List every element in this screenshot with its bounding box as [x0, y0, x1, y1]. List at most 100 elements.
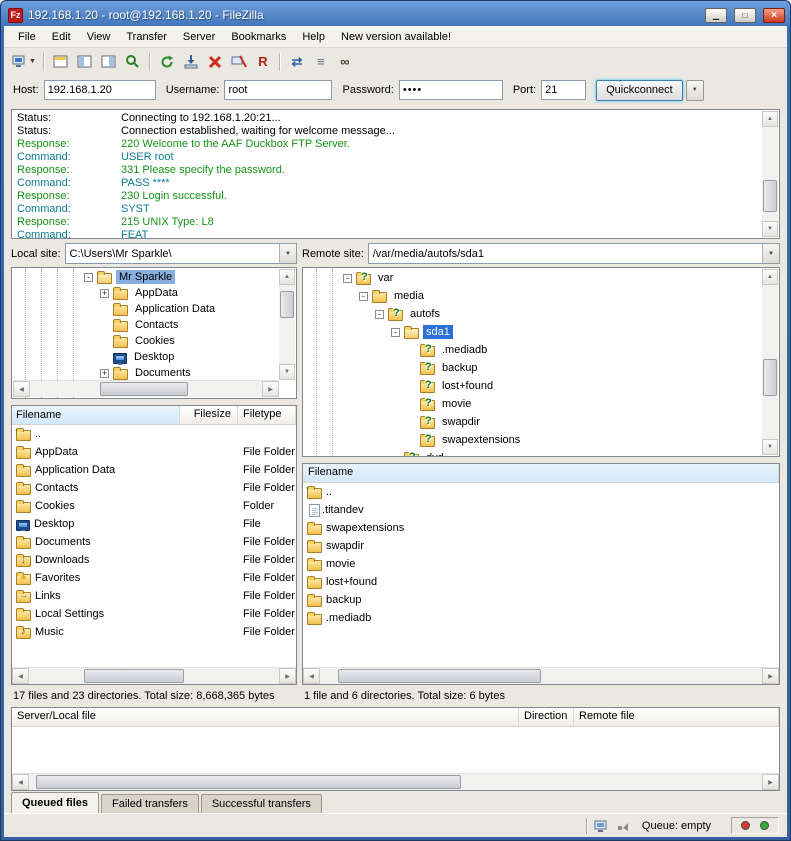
filename-filters-button[interactable]: [121, 50, 145, 73]
scroll-thumb[interactable]: [280, 291, 294, 318]
file-row-lost-found[interactable]: lost+found: [303, 573, 779, 591]
tab-failed-transfers[interactable]: Failed transfers: [101, 794, 199, 813]
speed-limit-icon[interactable]: [616, 818, 632, 834]
column-header-filetype[interactable]: Filetype: [238, 406, 296, 424]
tree-item-application-data[interactable]: Application Data: [12, 301, 279, 317]
local-tree-vscrollbar[interactable]: ▲ ▼: [279, 269, 295, 380]
host-input[interactable]: [44, 80, 156, 100]
tree-item-var[interactable]: var: [303, 269, 762, 287]
menu-edit[interactable]: Edit: [44, 26, 79, 48]
collapse-icon[interactable]: [375, 310, 384, 319]
file-row-cookies[interactable]: Cookies Folder: [12, 497, 296, 515]
column-header-server-local-file[interactable]: Server/Local file: [12, 708, 519, 726]
file-row-application-data[interactable]: Application Data File Folder: [12, 461, 296, 479]
menu-bookmarks[interactable]: Bookmarks: [223, 26, 294, 48]
scroll-right-button[interactable]: ▶: [279, 668, 296, 684]
menu-new-version-notice[interactable]: New version available!: [333, 26, 459, 48]
tree-item-lost-found[interactable]: lost+found: [303, 377, 762, 395]
collapse-icon[interactable]: [391, 328, 400, 337]
site-manager-button[interactable]: ▼: [9, 50, 39, 73]
scroll-left-button[interactable]: ◀: [12, 668, 29, 684]
file-row-titandev[interactable]: .titandev: [303, 501, 779, 519]
file-row-updir[interactable]: ..: [303, 483, 779, 501]
scroll-down-button[interactable]: ▼: [762, 221, 778, 237]
scroll-right-button[interactable]: ▶: [762, 668, 779, 684]
column-header-direction[interactable]: Direction: [519, 708, 574, 726]
maximize-button[interactable]: □: [734, 8, 756, 23]
toggle-message-log-button[interactable]: [49, 50, 73, 73]
scroll-left-button[interactable]: ◀: [12, 774, 29, 790]
username-input[interactable]: [224, 80, 332, 100]
tree-item-appdata[interactable]: AppData: [12, 285, 279, 301]
file-row-mediadb[interactable]: .mediadb: [303, 609, 779, 627]
toggle-remote-tree-button[interactable]: [97, 50, 121, 73]
column-header-filename[interactable]: Filename: [303, 464, 779, 482]
tree-item-mediadb[interactable]: .mediadb: [303, 341, 762, 359]
scroll-right-button[interactable]: ▶: [762, 774, 779, 790]
scroll-thumb[interactable]: [338, 669, 541, 683]
combo-dropdown-button[interactable]: ▼: [279, 244, 296, 263]
file-row-documents[interactable]: Documents File Folder: [12, 533, 296, 551]
scroll-thumb[interactable]: [100, 382, 188, 396]
refresh-button[interactable]: [155, 50, 179, 73]
close-button[interactable]: ×: [763, 8, 785, 23]
find-files-button[interactable]: ∞: [333, 50, 357, 73]
file-row-links[interactable]: Links File Folder: [12, 587, 296, 605]
file-row-swapextensions[interactable]: swapextensions: [303, 519, 779, 537]
log-scrollbar[interactable]: ▲ ▼: [762, 111, 778, 237]
combo-dropdown-button[interactable]: ▼: [762, 244, 779, 263]
tree-item-backup[interactable]: backup: [303, 359, 762, 377]
menu-transfer[interactable]: Transfer: [118, 26, 175, 48]
tree-item-swapextensions[interactable]: swapextensions: [303, 431, 762, 449]
process-queue-button[interactable]: [179, 50, 203, 73]
file-row-downloads[interactable]: Downloads File Folder: [12, 551, 296, 569]
column-header-filesize[interactable]: Filesize: [180, 406, 238, 424]
server-status-icon[interactable]: [594, 818, 610, 834]
password-input[interactable]: [399, 80, 503, 100]
scroll-thumb[interactable]: [763, 359, 777, 396]
scroll-thumb[interactable]: [36, 775, 461, 789]
directory-comparison-button[interactable]: ⇄: [285, 50, 309, 73]
remote-list-hscrollbar[interactable]: ◀ ▶: [303, 667, 779, 684]
toggle-local-tree-button[interactable]: [73, 50, 97, 73]
file-row-music[interactable]: Music File Folder: [12, 623, 296, 641]
menu-server[interactable]: Server: [175, 26, 223, 48]
local-list-hscrollbar[interactable]: ◀ ▶: [12, 667, 296, 684]
file-row-desktop[interactable]: Desktop File: [12, 515, 296, 533]
scroll-left-button[interactable]: ◀: [303, 668, 320, 684]
titlebar[interactable]: Fz 192.168.1.20 - root@192.168.1.20 - Fi…: [4, 1, 787, 26]
file-row-movie[interactable]: movie: [303, 555, 779, 573]
tree-item-contacts[interactable]: Contacts: [12, 317, 279, 333]
file-row-updir[interactable]: ..: [12, 425, 296, 443]
file-row-favorites[interactable]: Favorites File Folder: [12, 569, 296, 587]
disconnect-button[interactable]: [227, 50, 251, 73]
quickconnect-button[interactable]: Quickconnect: [596, 80, 683, 101]
scroll-up-button[interactable]: ▲: [279, 269, 295, 285]
tree-item-sda1[interactable]: sda1: [303, 323, 762, 341]
scroll-right-button[interactable]: ▶: [262, 381, 279, 397]
minimize-button[interactable]: ▁: [705, 8, 727, 23]
quickconnect-dropdown-button[interactable]: ▼: [686, 80, 704, 101]
file-row-appdata[interactable]: AppData File Folder: [12, 443, 296, 461]
scroll-left-button[interactable]: ◀: [13, 381, 30, 397]
tree-item-swapdir[interactable]: swapdir: [303, 413, 762, 431]
tree-item-movie[interactable]: movie: [303, 395, 762, 413]
queue-body[interactable]: [12, 727, 779, 773]
file-row-swapdir[interactable]: swapdir: [303, 537, 779, 555]
remote-tree-vscrollbar[interactable]: ▲ ▼: [762, 269, 778, 455]
local-site-combo[interactable]: C:\Users\Mr Sparkle\ ▼: [65, 243, 297, 264]
scroll-up-button[interactable]: ▲: [762, 111, 778, 127]
scroll-thumb[interactable]: [763, 180, 777, 212]
remote-site-combo[interactable]: /var/media/autofs/sda1 ▼: [368, 243, 780, 264]
expand-icon[interactable]: [100, 289, 109, 298]
menu-file[interactable]: File: [10, 26, 44, 48]
scroll-up-button[interactable]: ▲: [762, 269, 778, 285]
menu-view[interactable]: View: [79, 26, 119, 48]
collapse-icon[interactable]: [343, 274, 352, 283]
file-row-contacts[interactable]: Contacts File Folder: [12, 479, 296, 497]
cancel-button[interactable]: [203, 50, 227, 73]
reconnect-button[interactable]: R: [251, 50, 275, 73]
file-row-backup[interactable]: backup: [303, 591, 779, 609]
tree-item-desktop[interactable]: Desktop: [12, 349, 279, 365]
column-header-filename[interactable]: Filename: [12, 406, 180, 424]
